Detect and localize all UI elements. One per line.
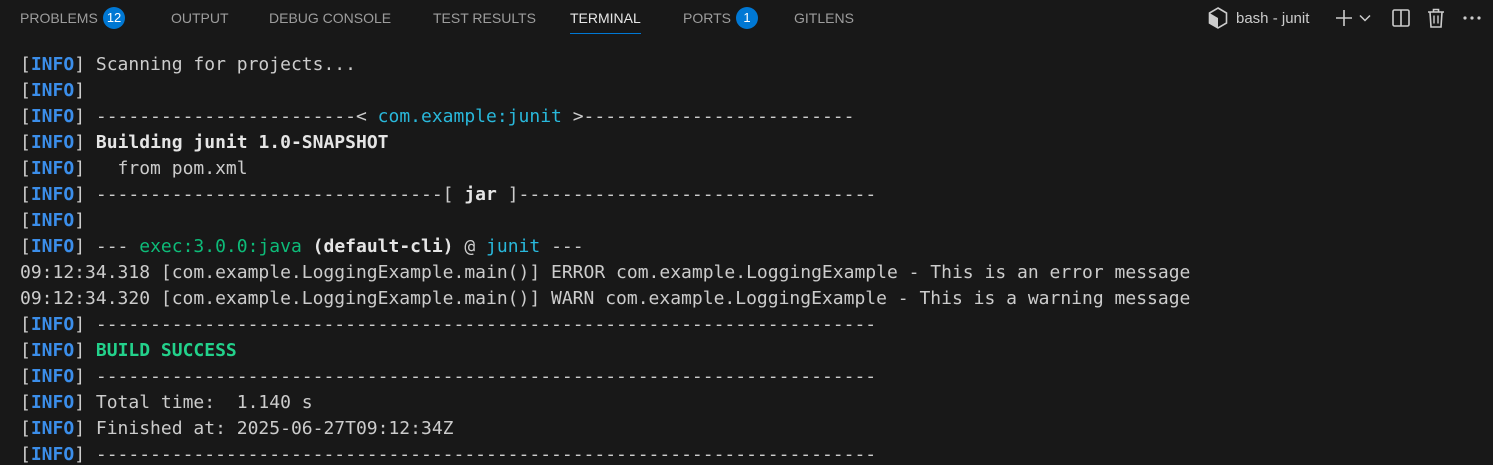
info-tag: INFO — [30, 106, 75, 127]
tab-problems[interactable]: PROBLEMS 12 — [20, 0, 126, 36]
terminal-text: ] ------------------------< — [74, 106, 378, 127]
terminal-text: junit — [486, 236, 541, 257]
terminal-line: 09:12:34.320 [com.example.LoggingExample… — [20, 286, 1480, 312]
tab-output[interactable]: OUTPUT — [171, 0, 229, 36]
terminal-line: [INFO] — [20, 208, 1480, 234]
problems-count-badge: 12 — [102, 6, 126, 29]
terminal-text: ] Scanning for projects... — [74, 54, 356, 75]
active-tab-indicator — [570, 33, 641, 34]
terminal-text: ] from pom.xml — [74, 158, 248, 179]
info-tag: INFO — [30, 210, 75, 231]
terminal-line: [INFO] Finished at: 2025-06-27T09:12:34Z — [20, 416, 1480, 442]
terminal-selector[interactable]: bash - junit — [1208, 0, 1333, 36]
terminal-text: [ — [20, 444, 31, 465]
more-actions-ellipsis-icon[interactable] — [1460, 0, 1484, 36]
terminal-text: jar — [464, 184, 497, 205]
info-tag: INFO — [30, 158, 75, 179]
terminal-line: [INFO] ---------------------------------… — [20, 442, 1480, 465]
ports-count-badge: 1 — [735, 6, 758, 29]
terminal-text: ] — [74, 340, 96, 361]
terminal-text: @ — [453, 236, 487, 257]
terminal-text: [ — [20, 392, 31, 413]
terminal-line: [INFO] Scanning for projects... — [20, 52, 1480, 78]
terminal-text: ] Finished at: 2025-06-27T09:12:34Z — [74, 418, 454, 439]
tab-problems-label: PROBLEMS — [20, 10, 98, 26]
info-tag: INFO — [30, 132, 75, 153]
terminal-line: [INFO] Building junit 1.0-SNAPSHOT — [20, 130, 1480, 156]
terminal-line: [INFO] from pom.xml — [20, 156, 1480, 182]
terminal-text: ] --------------------------------------… — [74, 314, 877, 335]
terminal-line: 09:12:34.318 [com.example.LoggingExample… — [20, 260, 1480, 286]
terminal-text: >------------------------- — [561, 106, 855, 127]
terminal-text: [ — [20, 80, 31, 101]
tab-gitlens-label: GITLENS — [794, 10, 854, 26]
bash-shell-icon — [1208, 7, 1228, 29]
panel-tab-bar: PROBLEMS 12 OUTPUT DEBUG CONSOLE TEST RES… — [0, 0, 1493, 36]
terminal-text: [ — [20, 184, 31, 205]
terminal-text: exec:3.0.0:java — [139, 236, 302, 257]
kill-terminal-trash-icon[interactable] — [1424, 0, 1448, 36]
tab-output-label: OUTPUT — [171, 10, 229, 26]
tab-gitlens[interactable]: GITLENS — [794, 0, 854, 36]
tab-test-results[interactable]: TEST RESULTS — [433, 0, 536, 36]
tab-test-results-label: TEST RESULTS — [433, 10, 536, 26]
tab-terminal[interactable]: TERMINAL — [570, 0, 641, 36]
terminal-text: [ — [20, 158, 31, 179]
terminal-text: --- — [540, 236, 584, 257]
info-tag: INFO — [30, 392, 75, 413]
terminal-line: [INFO] ------------------------< com.exa… — [20, 104, 1480, 130]
terminal-text: BUILD SUCCESS — [95, 340, 237, 361]
terminal-line: [INFO] --- exec:3.0.0:java (default-cli)… — [20, 234, 1480, 260]
terminal-text: [ — [20, 54, 31, 75]
terminal-text: 09:12:34.320 [com.example.LoggingExample… — [20, 288, 1191, 309]
terminal-text: ] Total time: 1.140 s — [74, 392, 313, 413]
tab-debug-console-label: DEBUG CONSOLE — [269, 10, 392, 26]
terminal-text: [ — [20, 106, 31, 127]
tab-terminal-label: TERMINAL — [570, 10, 641, 26]
info-tag: INFO — [30, 80, 75, 101]
tab-ports[interactable]: PORTS 1 — [683, 0, 758, 36]
terminal-text: com.example:junit — [377, 106, 562, 127]
tab-debug-console[interactable]: DEBUG CONSOLE — [269, 0, 391, 36]
terminal-text: [ — [20, 418, 31, 439]
terminal-text: Building junit 1.0-SNAPSHOT — [95, 132, 389, 153]
info-tag: INFO — [30, 184, 75, 205]
terminal-text: (default-cli) — [312, 236, 454, 257]
info-tag: INFO — [30, 54, 75, 75]
terminal-title: bash - junit — [1236, 9, 1310, 27]
info-tag: INFO — [30, 418, 75, 439]
info-tag: INFO — [30, 366, 75, 387]
terminal-text: ] --- — [74, 236, 140, 257]
info-tag: INFO — [30, 340, 75, 361]
info-tag: INFO — [30, 444, 75, 465]
terminal-line: [INFO] BUILD SUCCESS — [20, 338, 1480, 364]
terminal-text: [ — [20, 366, 31, 387]
info-tag: INFO — [30, 236, 75, 257]
terminal-line: [INFO] Total time: 1.140 s — [20, 390, 1480, 416]
terminal-line: [INFO] --------------------------------[… — [20, 182, 1480, 208]
terminal-line: [INFO] ---------------------------------… — [20, 312, 1480, 338]
terminal-text: [ — [20, 314, 31, 335]
terminal-text: ] — [74, 80, 86, 101]
terminal-text: [ — [20, 132, 31, 153]
info-tag: INFO — [30, 314, 75, 335]
split-terminal-icon[interactable] — [1389, 0, 1413, 36]
terminal-text: [ — [20, 236, 31, 257]
terminal-text: ] --------------------------------------… — [74, 444, 877, 465]
terminal-line: [INFO] — [20, 78, 1480, 104]
terminal-output[interactable]: [INFO] Scanning for projects... [INFO] [IN… — [20, 52, 1480, 465]
terminal-text: [ — [20, 210, 31, 231]
terminal-text: ] --------------------------------------… — [74, 366, 877, 387]
terminal-line: [INFO] ---------------------------------… — [20, 364, 1480, 390]
tab-ports-label: PORTS — [683, 10, 731, 26]
terminal-text: 09:12:34.318 [com.example.LoggingExample… — [20, 262, 1191, 283]
terminal-text: ] — [74, 132, 96, 153]
terminal-text: [ — [20, 340, 31, 361]
terminal-dropdown-chevron-icon[interactable] — [1357, 0, 1373, 36]
new-terminal-plus-icon[interactable] — [1333, 0, 1355, 36]
terminal-text: ]--------------------------------- — [496, 184, 877, 205]
terminal-text: ] --------------------------------[ — [74, 184, 465, 205]
terminal-text: ] — [74, 210, 86, 231]
